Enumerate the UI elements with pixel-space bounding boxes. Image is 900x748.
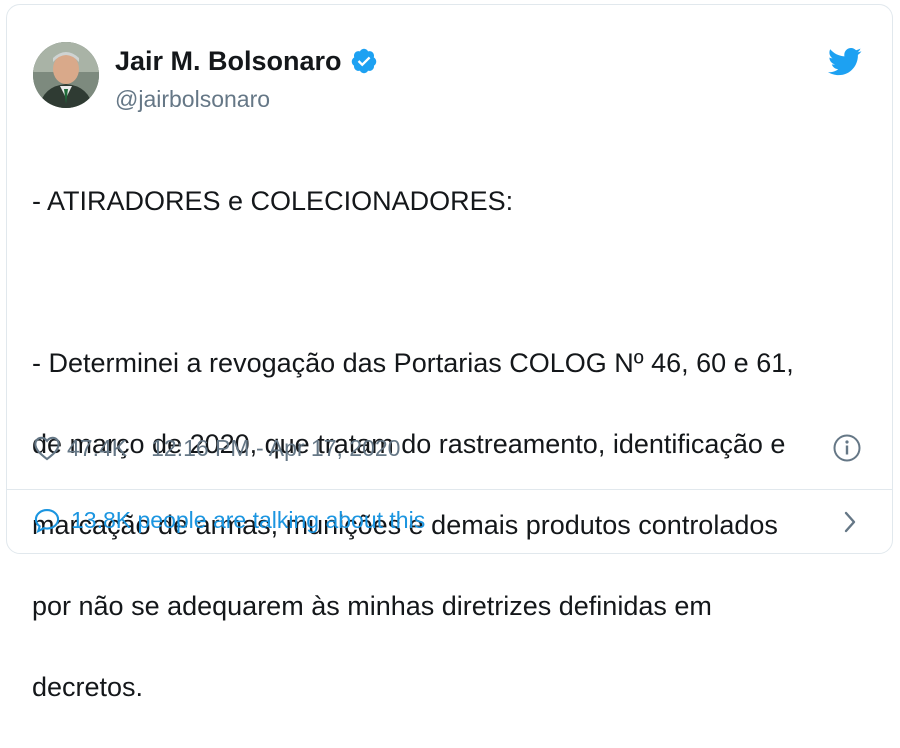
heart-icon[interactable] [33, 435, 61, 461]
author-display-name[interactable]: Jair M. Bolsonaro [115, 45, 342, 77]
tweet-line: - Determinei a revogação das Portarias C… [32, 347, 794, 378]
conversation-link[interactable]: 13.8K people are talking about this [33, 505, 425, 535]
verified-badge-icon [350, 47, 378, 75]
tweet-line: por não se adequarem às minhas diretrize… [32, 590, 712, 621]
tweet-meta-row: 47.4K 12:16 PM - Apr 17, 2020 [33, 433, 400, 463]
avatar-image [33, 42, 99, 108]
tweet-timestamp[interactable]: 12:16 PM - Apr 17, 2020 [151, 433, 400, 463]
speech-bubble-icon [33, 507, 61, 534]
tweet-card[interactable]: Jair M. Bolsonaro @jairbolsonaro - ATIRA… [6, 4, 893, 702]
author-name-row[interactable]: Jair M. Bolsonaro [115, 45, 378, 77]
author-handle[interactable]: @jairbolsonaro [115, 85, 270, 113]
info-icon[interactable] [832, 433, 862, 463]
conversation-label[interactable]: 13.8K people are talking about this [71, 505, 425, 535]
twitter-bird-icon[interactable] [828, 47, 862, 77]
like-count[interactable]: 47.4K [67, 433, 127, 463]
divider [7, 489, 892, 490]
tweet-line: decretos. [32, 671, 144, 702]
avatar[interactable] [33, 42, 99, 108]
tweet-line: - ATIRADORES e COLECIONADORES: [32, 185, 514, 216]
chevron-right-icon[interactable] [842, 510, 858, 534]
